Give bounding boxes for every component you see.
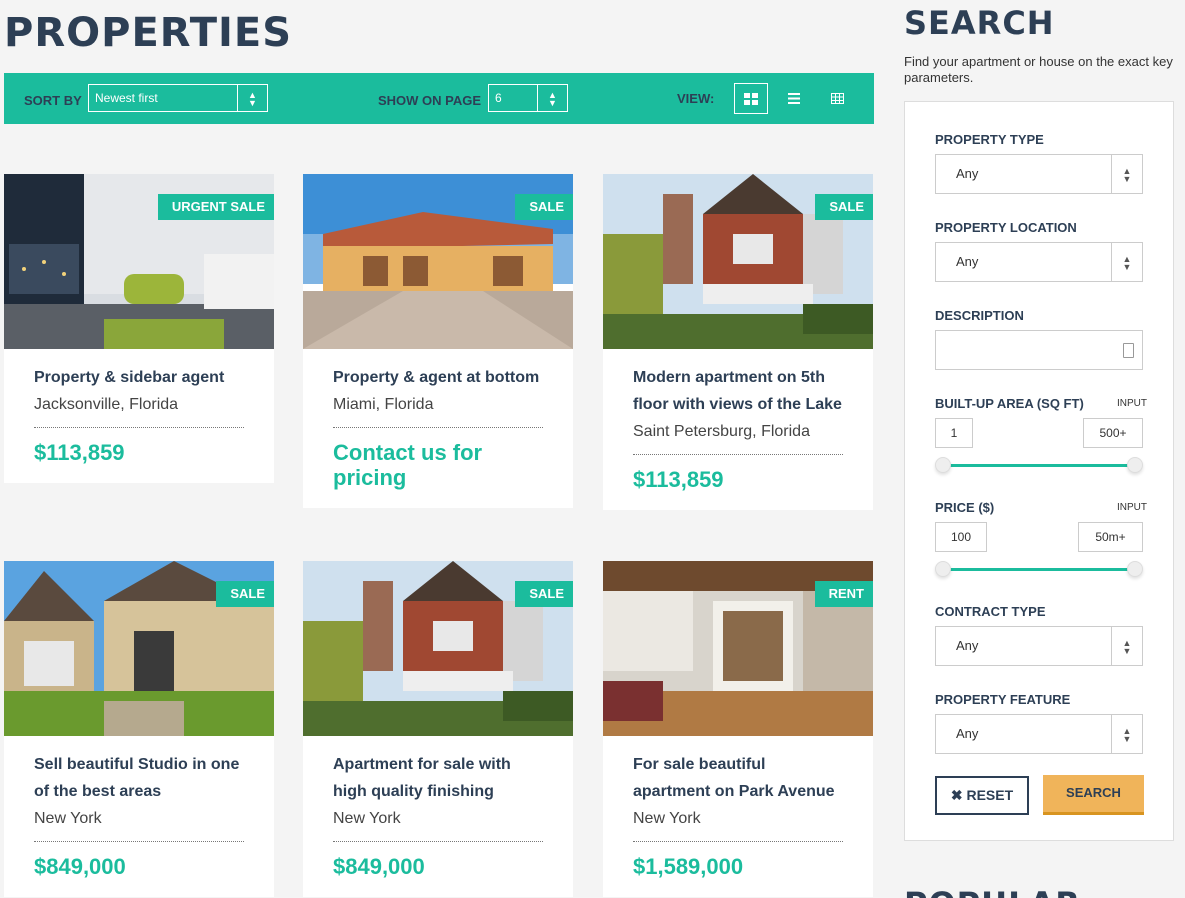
property-card[interactable]: URGENT SALE Property & sidebar agent Jac… — [4, 174, 274, 483]
grid-view-button[interactable] — [734, 83, 768, 114]
select-arrows-icon: ▲ ▼ — [1111, 155, 1142, 193]
list-view-button[interactable] — [777, 83, 811, 114]
badge-urgent-sale: URGENT SALE — [157, 194, 274, 220]
property-title[interactable]: Apartment for sale with high quality fin… — [333, 751, 543, 805]
property-photo[interactable]: URGENT SALE — [4, 174, 274, 349]
contract-type-select[interactable]: Any ▲ ▼ — [935, 626, 1143, 666]
contract-type-label: CONTRACT TYPE — [935, 604, 1046, 619]
property-price: $849,000 — [333, 854, 425, 879]
property-card[interactable]: SALE Property & agent at bottom Miami, F… — [303, 174, 573, 508]
price-label: PRICE ($) — [935, 500, 995, 515]
description-label: DESCRIPTION — [935, 308, 1024, 323]
select-arrows-icon: ▲ ▼ — [537, 85, 567, 111]
area-input-toggle[interactable]: INPUT — [1117, 398, 1147, 409]
area-label: BUILT-UP AREA (SQ FT) — [935, 396, 1084, 411]
property-price: $113,859 — [34, 440, 125, 465]
property-location: Miami, Florida — [333, 391, 543, 428]
search-form: PROPERTY TYPE Any ▲ ▼ PROPERTY LOCATION A… — [904, 101, 1174, 841]
area-min-value[interactable]: 1 — [935, 418, 973, 448]
property-card[interactable]: SALE Sell beautiful Studio in one of the… — [4, 561, 274, 897]
listing-toolbar: SORT BY Newest first ▲ ▼ SHOW ON PAGE 6 ▲… — [4, 73, 874, 124]
property-photo[interactable]: SALE — [303, 561, 573, 736]
contract-type-value: Any — [956, 638, 979, 653]
select-arrows-icon: ▲ ▼ — [1111, 627, 1142, 665]
property-feature-select[interactable]: Any ▲ ▼ — [935, 714, 1143, 754]
show-on-page-value: 6 — [495, 91, 502, 105]
property-type-label: PROPERTY TYPE — [935, 132, 1044, 147]
page-title: PROPERTIES — [4, 10, 293, 56]
property-location: Saint Petersburg, Florida — [633, 418, 843, 455]
property-photo[interactable]: SALE — [303, 174, 573, 349]
property-location-select[interactable]: Any ▲ ▼ — [935, 242, 1143, 282]
search-description: Find your apartment or house on the exac… — [904, 54, 1173, 85]
property-location: New York — [333, 805, 543, 842]
price-input-toggle[interactable]: INPUT — [1117, 502, 1147, 513]
property-card[interactable]: RENT For sale beautiful apartment on Par… — [603, 561, 873, 897]
sort-by-label: SORT BY — [24, 93, 82, 108]
badge-sale: SALE — [815, 194, 873, 225]
search-heading: SEARCH — [904, 4, 1055, 42]
property-photo[interactable]: SALE — [603, 174, 873, 349]
select-arrows-icon: ▲ ▼ — [237, 85, 267, 111]
property-location: Jacksonville, Florida — [34, 391, 244, 428]
price-max-value[interactable]: 50m+ — [1078, 522, 1143, 552]
property-photo[interactable]: SALE — [4, 561, 274, 736]
property-location-label: PROPERTY LOCATION — [935, 220, 1077, 235]
badge-rent: RENT — [814, 581, 873, 607]
select-arrows-icon: ▲ ▼ — [1111, 715, 1142, 753]
price-min-value[interactable]: 100 — [935, 522, 987, 552]
popular-heading: POPULAR — [904, 885, 1081, 898]
property-price: $1,589,000 — [633, 854, 744, 879]
select-arrows-icon: ▲ ▼ — [1111, 243, 1142, 281]
property-type-select[interactable]: Any ▲ ▼ — [935, 154, 1143, 194]
area-max-handle[interactable] — [1127, 457, 1143, 473]
property-price: $849,000 — [34, 854, 126, 879]
show-on-page-label: SHOW ON PAGE — [378, 93, 482, 108]
property-feature-value: Any — [956, 726, 979, 741]
table-view-button[interactable] — [820, 83, 854, 114]
price-max-handle[interactable] — [1127, 561, 1143, 577]
property-type-value: Any — [956, 166, 979, 181]
property-card[interactable]: SALE Apartment for sale with high qualit… — [303, 561, 573, 897]
property-title[interactable]: For sale beautiful apartment on Park Ave… — [633, 751, 843, 805]
table-icon — [830, 92, 844, 104]
show-on-page-select[interactable]: 6 ▲ ▼ — [488, 84, 568, 112]
reset-button[interactable]: ✖ RESET — [935, 776, 1029, 815]
property-feature-label: PROPERTY FEATURE — [935, 692, 1071, 707]
sort-by-select[interactable]: Newest first ▲ ▼ — [88, 84, 268, 112]
view-label: VIEW: — [677, 91, 715, 106]
property-location-value: Any — [956, 254, 979, 269]
property-title[interactable]: Sell beautiful Studio in one of the best… — [34, 751, 244, 805]
price-min-handle[interactable] — [935, 561, 951, 577]
description-input[interactable] — [935, 330, 1143, 370]
property-title[interactable]: Property & agent at bottom — [333, 364, 543, 391]
property-price: Contact us for pricing — [333, 440, 483, 490]
search-button[interactable]: SEARCH — [1043, 775, 1144, 815]
area-max-value[interactable]: 500+ — [1083, 418, 1143, 448]
area-slider-track[interactable] — [943, 464, 1135, 467]
price-slider-track[interactable] — [943, 568, 1135, 571]
area-min-handle[interactable] — [935, 457, 951, 473]
badge-sale: SALE — [515, 581, 573, 612]
grid-icon — [744, 93, 758, 106]
property-title[interactable]: Property & sidebar agent — [34, 364, 244, 391]
property-title[interactable]: Modern apartment on 5th floor with views… — [633, 364, 843, 418]
property-location: New York — [34, 805, 244, 842]
badge-sale: SALE — [515, 194, 573, 225]
property-price: $113,859 — [633, 467, 724, 492]
property-card[interactable]: SALE Modern apartment on 5th floor with … — [603, 174, 873, 510]
property-photo[interactable]: RENT — [603, 561, 873, 736]
sort-by-value: Newest first — [95, 91, 158, 105]
keyboard-icon — [1123, 343, 1134, 358]
property-location: New York — [633, 805, 843, 842]
list-icon — [788, 92, 800, 104]
badge-sale: SALE — [216, 581, 274, 612]
